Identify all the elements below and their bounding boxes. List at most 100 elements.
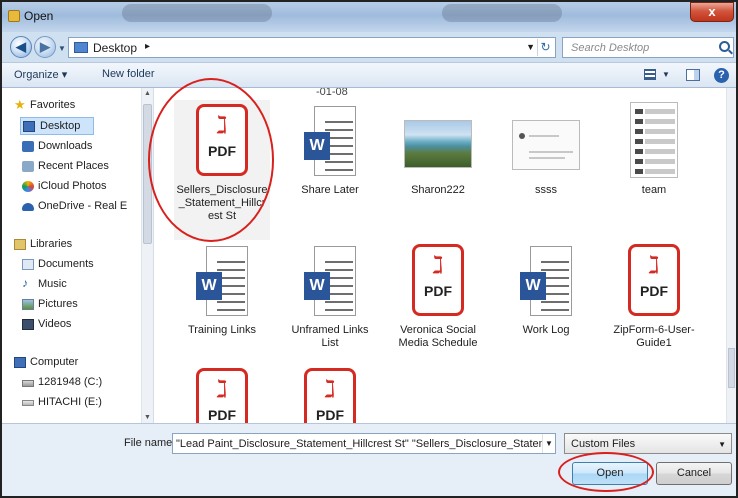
footer-bar: File name: "Lead Paint_Disclosure_Statem… <box>2 423 736 496</box>
nav-scrollbar[interactable]: ▲ ▼ <box>141 88 153 423</box>
nav-label: Documents <box>38 258 94 270</box>
title-bar: Open x <box>2 2 736 32</box>
file-tile-ssss[interactable]: ssss <box>498 100 594 240</box>
file-name: Work Log <box>522 324 570 336</box>
navigation-pane: ★ Favorites Desktop Downloads Recent Pla… <box>2 88 154 423</box>
back-button[interactable]: ◀ <box>10 36 32 58</box>
list-row <box>635 159 675 164</box>
desktop-folder-icon <box>74 42 88 53</box>
file-list: -01-08 ℷ PDF Sellers_Disclosure _Stateme… <box>154 88 736 423</box>
nav-label: Videos <box>38 318 72 330</box>
file-name-dropdown-icon[interactable]: ▼ <box>542 434 555 453</box>
help-icon[interactable]: ? <box>714 68 729 83</box>
avatar-dot <box>519 133 525 139</box>
file-tile-sellers-disclosure[interactable]: ℷ PDF Sellers_Disclosure _Statement_Hill… <box>174 100 270 240</box>
file-tile-veronica-social-media-schedule[interactable]: ℷ PDF Veronica Social Media Schedule <box>390 240 486 380</box>
file-name-line: _Statement_Hillcr <box>178 197 266 209</box>
file-name: ssss <box>535 184 557 196</box>
file-tile-unframed-links-list[interactable]: W Unframed Links List <box>282 240 378 380</box>
file-name-label: File name: <box>124 437 176 449</box>
file-list-scrollbar[interactable] <box>726 88 736 423</box>
open-button[interactable]: Open <box>572 462 648 485</box>
file-name-input[interactable]: "Lead Paint_Disclosure_Statement_Hillcre… <box>172 433 556 454</box>
list-row <box>635 129 675 134</box>
file-name: Share Later <box>301 184 359 196</box>
scrollbar-thumb[interactable] <box>143 104 152 244</box>
search-input[interactable]: Search Desktop <box>562 37 734 58</box>
file-name-line: List <box>321 337 339 349</box>
word-document-icon: W <box>304 246 356 316</box>
breadcrumb-arrow-icon[interactable]: ▸ <box>145 41 150 52</box>
search-placeholder: Search Desktop <box>571 42 650 54</box>
file-tile-team[interactable]: team <box>606 100 702 240</box>
address-bar[interactable]: Desktop ▸ ▼ ↻ <box>68 37 556 58</box>
organize-button[interactable]: Organize ▾ <box>14 68 67 81</box>
word-document-icon: W <box>520 246 572 316</box>
pdf-label: PDF <box>316 407 344 423</box>
view-dropdown-icon[interactable]: ▼ <box>662 70 670 79</box>
file-name-line: Guide1 <box>636 337 672 349</box>
file-thumbnail: W <box>188 240 256 320</box>
file-tile-pdf-partial[interactable]: ℷ PDF <box>282 364 378 423</box>
pdf-icon: ℷ PDF <box>304 368 356 423</box>
breadcrumb-desktop[interactable]: Desktop <box>93 41 137 55</box>
nav-desktop[interactable]: Desktop <box>20 117 94 135</box>
file-tile-pdf-partial[interactable]: ℷ PDF <box>174 364 270 423</box>
cancel-button[interactable]: Cancel <box>656 462 732 485</box>
drive-icon <box>22 400 34 406</box>
preview-pane-icon[interactable] <box>686 69 700 81</box>
text-line <box>529 135 559 137</box>
scrollbar-thumb[interactable] <box>728 348 735 388</box>
file-name: Sellers_Disclosure _Statement_Hillcr est… <box>174 184 270 223</box>
file-name-value[interactable]: "Lead Paint_Disclosure_Statement_Hillcre… <box>176 438 555 450</box>
file-name-line: ZipForm-6-User- <box>613 324 695 336</box>
file-tile-training-links[interactable]: W Training Links <box>174 240 270 380</box>
desktop-icon <box>23 121 35 132</box>
refresh-icon[interactable]: ↻ <box>537 39 553 56</box>
close-button[interactable]: x <box>690 2 734 22</box>
file-tile-work-log[interactable]: W Work Log <box>498 240 594 380</box>
change-view-icon[interactable] <box>644 69 656 80</box>
scroll-up-icon[interactable]: ▲ <box>144 90 151 97</box>
forward-button[interactable]: ▶ <box>34 36 56 58</box>
file-name-line: est St <box>207 210 237 222</box>
nav-label: Libraries <box>30 238 73 250</box>
word-document-icon: W <box>304 106 356 176</box>
computer-icon <box>14 357 26 368</box>
pdf-label: PDF <box>424 283 452 299</box>
nav-label: Desktop <box>40 120 81 132</box>
new-folder-button[interactable]: New folder <box>102 68 155 80</box>
chevron-down-icon[interactable]: ▼ <box>718 440 726 449</box>
list-row <box>635 139 675 144</box>
screenshot-thumbnail <box>512 120 580 170</box>
file-name: Veronica Social Media Schedule <box>390 324 486 350</box>
pdf-glyph: ℷ <box>432 252 444 279</box>
file-name-line: Veronica Social <box>400 324 476 336</box>
file-thumbnail: W <box>296 240 364 320</box>
file-tile-share-later[interactable]: W Share Later <box>282 100 378 240</box>
nav-label: Favorites <box>30 99 76 111</box>
file-type-value: Custom Files <box>571 438 636 450</box>
address-row: ◀ ▶ ▼ Desktop ▸ ▼ ↻ Search Desktop <box>2 32 736 62</box>
list-row <box>635 119 675 124</box>
file-type-select[interactable]: Custom Files ▼ <box>564 433 732 454</box>
file-thumbnail <box>512 100 580 180</box>
pdf-label: PDF <box>208 143 236 159</box>
file-tile-sharon222[interactable]: Sharon222 <box>390 100 486 240</box>
pdf-glyph: ℷ <box>216 112 228 139</box>
file-tile-zipform-user-guide[interactable]: ℷ PDF ZipForm-6-User- Guide1 <box>606 240 702 380</box>
pictures-icon <box>22 299 34 310</box>
address-dropdown-icon[interactable]: ▼ <box>526 42 535 52</box>
cutoff-label: -01-08 <box>316 88 348 98</box>
nav-label: OneDrive - Real E <box>38 200 128 212</box>
title-bar-blur <box>122 4 272 22</box>
pdf-icon: ℷ PDF <box>196 104 248 176</box>
open-file-dialog: Open x ◀ ▶ ▼ Desktop ▸ ▼ ↻ Search Deskto… <box>0 0 738 498</box>
nav-label: Computer <box>30 356 79 368</box>
file-thumbnail: ℷ PDF <box>404 240 472 320</box>
text-line <box>529 151 573 153</box>
nav-label: iCloud Photos <box>38 180 107 192</box>
search-icon[interactable] <box>719 41 730 52</box>
scroll-down-icon[interactable]: ▼ <box>144 414 151 421</box>
history-dropdown-icon[interactable]: ▼ <box>58 44 66 53</box>
